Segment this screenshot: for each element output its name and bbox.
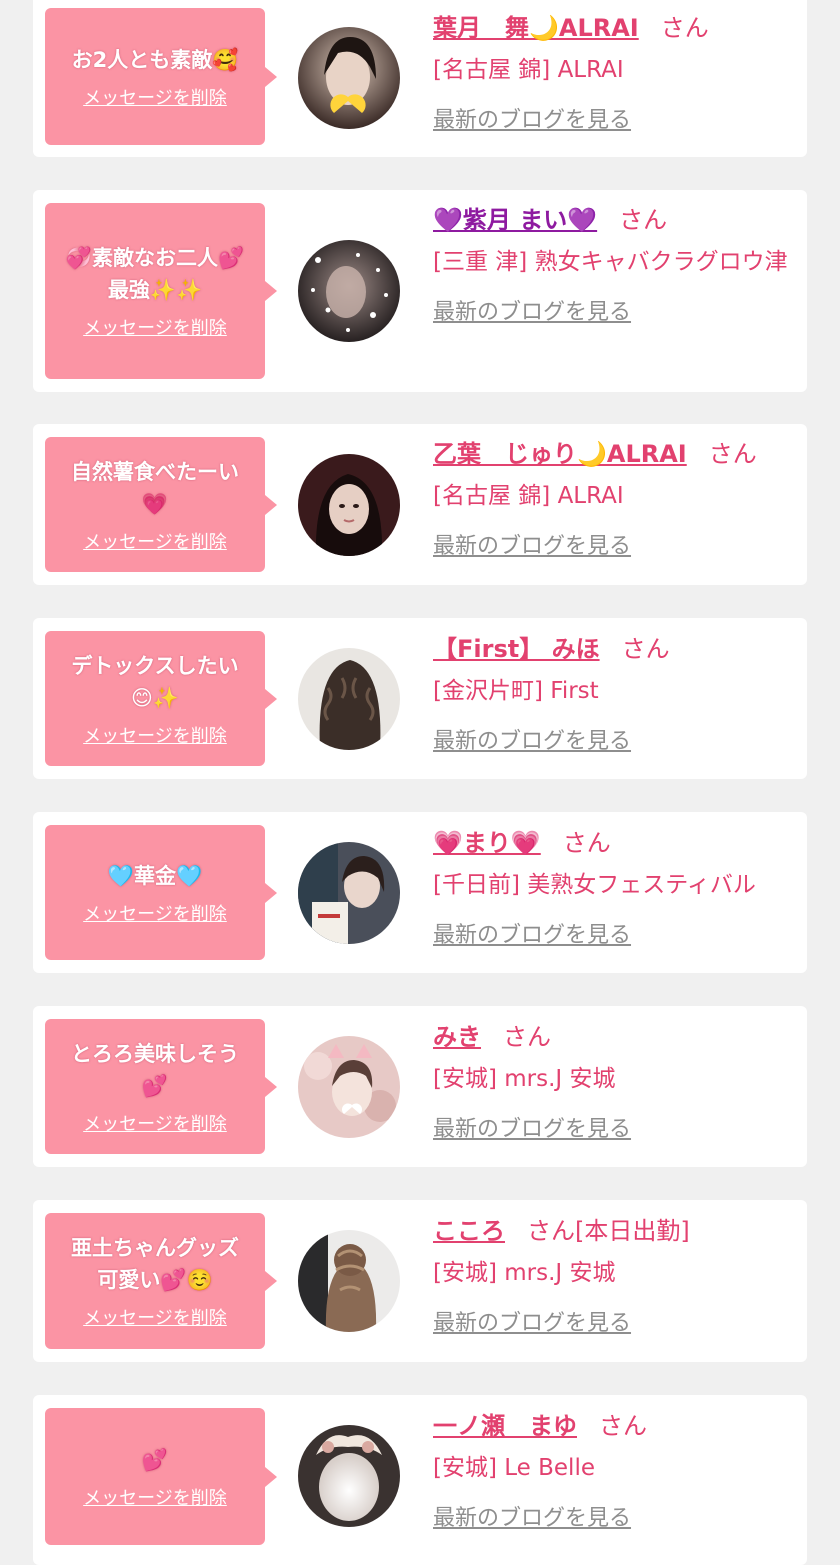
blog-link[interactable]: 最新のブログを見る — [433, 1305, 631, 1337]
message-text: 💞素敵なお二人💕 最強✨✨ — [65, 246, 245, 302]
message-bubble: 自然薯食べたーい 💗 メッセージを削除 — [45, 437, 277, 572]
blog-link[interactable]: 最新のブログを見る — [433, 1111, 631, 1143]
cast-name-link[interactable]: 葉月 舞🌙ALRAI — [433, 14, 639, 42]
honorific: さん — [599, 1412, 647, 1440]
cast-info: 💗まり💗 さん [千日前] 美熟女フェスティバル 最新のブログを見る — [433, 827, 795, 949]
cast-info: こころ さん[本日出勤] [安城] mrs.J 安城 最新のブログを見る — [433, 1215, 795, 1337]
cast-name-link[interactable]: 💜紫月 まい💜 — [433, 206, 597, 234]
avatar-photo — [298, 454, 400, 556]
avatar-photo — [298, 240, 400, 342]
name-row: 葉月 舞🌙ALRAI さん — [433, 12, 795, 44]
cast-name-link[interactable]: 乙葉 じゅり🌙ALRAI — [433, 440, 687, 468]
cast-name-link[interactable]: 一ノ瀬 まゆ — [433, 1412, 577, 1440]
avatar-photo — [298, 1230, 400, 1332]
delete-message-link[interactable]: メッセージを削除 — [83, 722, 227, 748]
avatar-photo — [298, 842, 400, 944]
message-text: デトックスしたい 😊✨ — [71, 653, 239, 710]
message-card: デトックスしたい 😊✨ メッセージを削除 【First】 みほ さん [金沢片町]… — [33, 618, 807, 779]
cast-name-link[interactable]: みき — [433, 1023, 481, 1051]
delete-message-link[interactable]: メッセージを削除 — [83, 314, 227, 340]
avatar[interactable] — [298, 648, 400, 750]
honorific: さん — [562, 829, 611, 857]
avatar[interactable] — [298, 454, 400, 556]
name-row: 【First】 みほ さん — [433, 633, 795, 665]
message-card: 💕 メッセージを削除 一ノ瀬 まゆ さん [安城] Le Belle 最新のブログ… — [33, 1395, 807, 1565]
name-row: 💗まり💗 さん — [433, 827, 795, 859]
blog-link[interactable]: 最新のブログを見る — [433, 1500, 631, 1532]
name-row: 💜紫月 まい💜 さん — [433, 204, 795, 236]
cast-name-link[interactable]: 【First】 みほ — [433, 635, 600, 663]
message-bubble: 🩵華金🩵 メッセージを削除 — [45, 825, 277, 960]
cast-name-link[interactable]: 💗まり💗 — [433, 829, 541, 857]
delete-message-link[interactable]: メッセージを削除 — [83, 1110, 227, 1136]
honorific: さん — [503, 1023, 551, 1051]
message-card: お2人とも素敵🥰 メッセージを削除 葉月 舞🌙ALRAI さん [名古屋 錦] A… — [33, 0, 807, 157]
message-bubble: 💞素敵なお二人💕 最強✨✨ メッセージを削除 — [45, 203, 277, 379]
shop-name: [安城] mrs.J 安城 — [433, 1066, 616, 1092]
message-bubble: 💕 メッセージを削除 — [45, 1408, 277, 1545]
blog-link[interactable]: 最新のブログを見る — [433, 294, 631, 326]
shop-name: [名古屋 錦] ALRAI — [433, 57, 624, 83]
message-text: とろろ美味しそう 💕 — [71, 1041, 239, 1098]
shop-name: [千日前] 美熟女フェスティバル — [433, 872, 756, 898]
delete-message-link[interactable]: メッセージを削除 — [83, 84, 227, 110]
blog-link[interactable]: 最新のブログを見る — [433, 723, 631, 755]
message-text: 🩵華金🩵 — [107, 863, 203, 888]
name-row: こころ さん[本日出勤] — [433, 1215, 795, 1247]
shop-name: [三重 津] 熟女キャバクラグロウ津 — [433, 249, 788, 275]
blog-link[interactable]: 最新のブログを見る — [433, 528, 631, 560]
delete-message-link[interactable]: メッセージを削除 — [83, 1484, 227, 1510]
shop-name: [安城] Le Belle — [433, 1455, 595, 1481]
cast-info: 💜紫月 まい💜 さん [三重 津] 熟女キャバクラグロウ津 最新のブログを見る — [433, 204, 795, 326]
message-bubble: とろろ美味しそう 💕 メッセージを削除 — [45, 1019, 277, 1154]
avatar[interactable] — [298, 240, 400, 342]
cast-info: 【First】 みほ さん [金沢片町] First 最新のブログを見る — [433, 633, 795, 755]
avatar[interactable] — [298, 27, 400, 129]
name-row: 乙葉 じゅり🌙ALRAI さん — [433, 438, 795, 470]
honorific: さん — [527, 1217, 575, 1245]
message-card: とろろ美味しそう 💕 メッセージを削除 みき さん [安城] mrs.J 安城 最… — [33, 1006, 807, 1167]
message-list: お2人とも素敵🥰 メッセージを削除 葉月 舞🌙ALRAI さん [名古屋 錦] A… — [0, 0, 840, 1565]
message-card: 自然薯食べたーい 💗 メッセージを削除 乙葉 じゅり🌙ALRAI さん [名古屋 … — [33, 424, 807, 585]
message-text: お2人とも素敵🥰 — [71, 47, 239, 72]
honorific: さん — [660, 14, 709, 42]
message-text: 💕 — [141, 1447, 169, 1472]
shop-name: [安城] mrs.J 安城 — [433, 1260, 616, 1286]
name-row: 一ノ瀬 まゆ さん — [433, 1410, 795, 1442]
delete-message-link[interactable]: メッセージを削除 — [83, 1304, 227, 1330]
cast-info: 葉月 舞🌙ALRAI さん [名古屋 錦] ALRAI 最新のブログを見る — [433, 12, 795, 134]
delete-message-link[interactable]: メッセージを削除 — [83, 900, 227, 926]
avatar[interactable] — [298, 1425, 400, 1527]
avatar-photo — [298, 1036, 400, 1138]
avatar-photo — [298, 648, 400, 750]
cast-name-link[interactable]: こころ — [433, 1217, 505, 1245]
attendance-status: [本日出勤] — [575, 1217, 690, 1245]
cast-info: 一ノ瀬 まゆ さん [安城] Le Belle 最新のブログを見る — [433, 1410, 795, 1532]
avatar[interactable] — [298, 842, 400, 944]
avatar[interactable] — [298, 1230, 400, 1332]
blog-link[interactable]: 最新のブログを見る — [433, 102, 631, 134]
cast-info: 乙葉 じゅり🌙ALRAI さん [名古屋 錦] ALRAI 最新のブログを見る — [433, 438, 795, 560]
blog-link[interactable]: 最新のブログを見る — [433, 917, 631, 949]
message-text: 自然薯食べたーい 💗 — [71, 459, 239, 516]
avatar-photo — [298, 27, 400, 129]
delete-message-link[interactable]: メッセージを削除 — [83, 528, 227, 554]
message-card: 亜土ちゃんグッズ 可愛い💕☺️ メッセージを削除 こころ さん[本日出勤] [安城… — [33, 1200, 807, 1362]
honorific: さん — [619, 206, 668, 234]
avatar[interactable] — [298, 1036, 400, 1138]
honorific: さん — [621, 635, 670, 663]
honorific: さん — [708, 440, 757, 468]
shop-name: [名古屋 錦] ALRAI — [433, 483, 624, 509]
message-bubble: お2人とも素敵🥰 メッセージを削除 — [45, 8, 277, 145]
message-bubble: デトックスしたい 😊✨ メッセージを削除 — [45, 631, 277, 766]
message-text: 亜土ちゃんグッズ 可愛い💕☺️ — [71, 1236, 239, 1292]
avatar-photo — [298, 1425, 400, 1527]
message-card: 🩵華金🩵 メッセージを削除 💗まり💗 さん [千日前] 美熟女フェスティバル 最新… — [33, 812, 807, 973]
name-row: みき さん — [433, 1021, 795, 1053]
cast-info: みき さん [安城] mrs.J 安城 最新のブログを見る — [433, 1021, 795, 1143]
message-bubble: 亜土ちゃんグッズ 可愛い💕☺️ メッセージを削除 — [45, 1213, 277, 1349]
message-card: 💞素敵なお二人💕 最強✨✨ メッセージを削除 💜紫月 まい💜 さん [三重 津] … — [33, 190, 807, 392]
shop-name: [金沢片町] First — [433, 678, 599, 704]
